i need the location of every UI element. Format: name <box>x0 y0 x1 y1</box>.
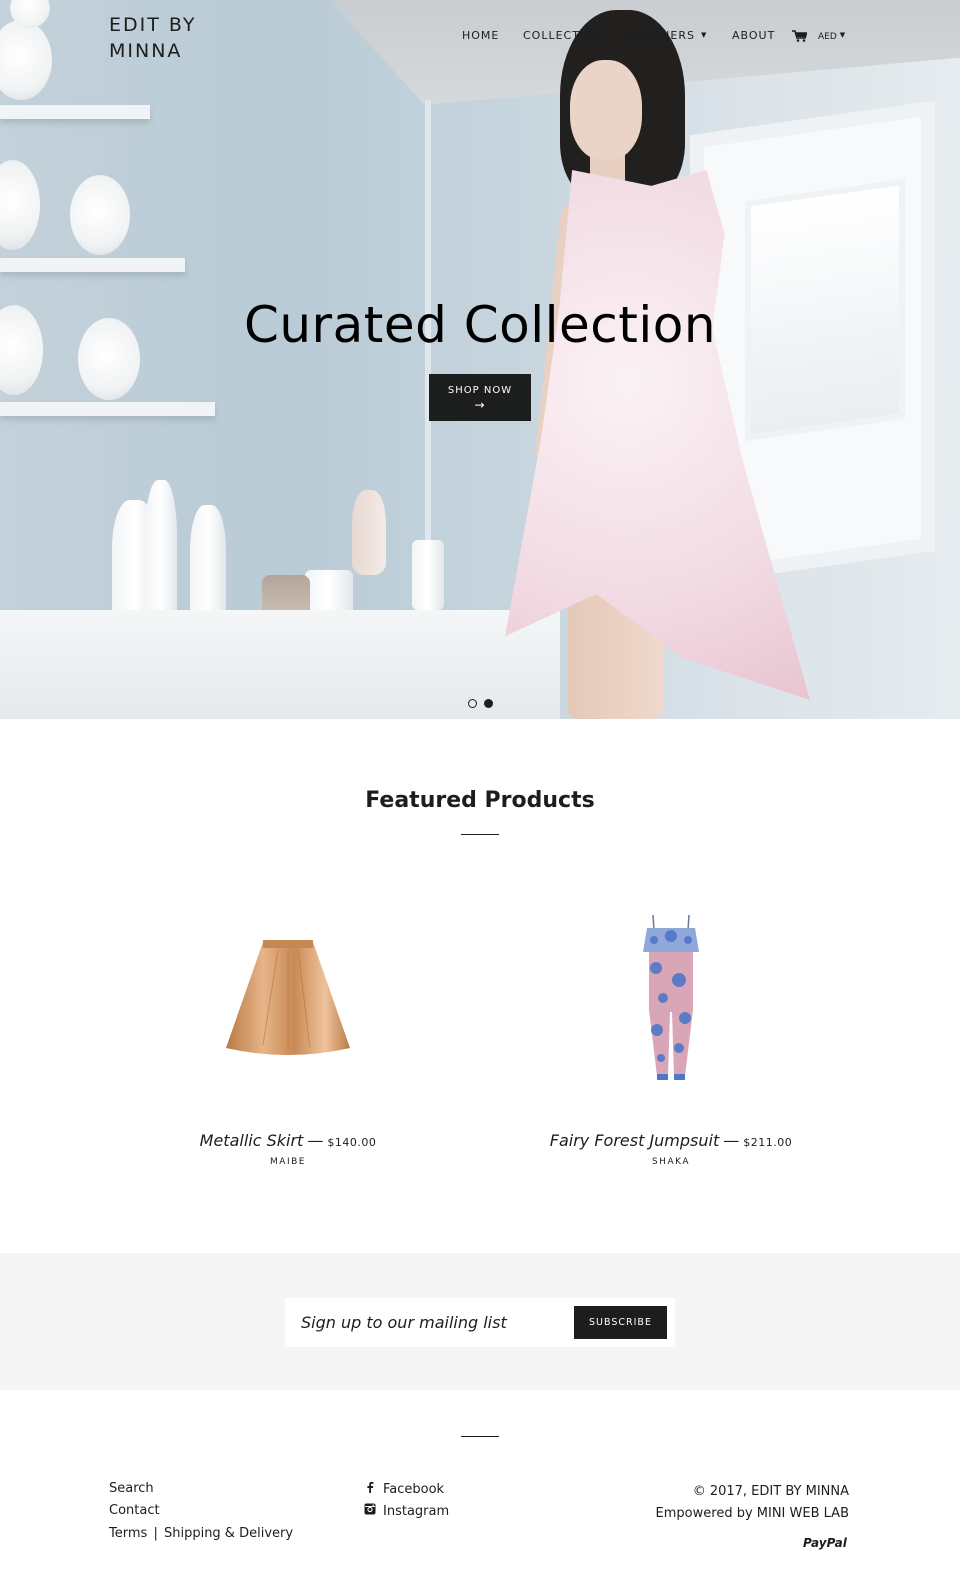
slideshow-dots <box>468 699 494 709</box>
facebook-icon <box>364 1481 376 1497</box>
hero-model-face <box>570 60 642 160</box>
nav-designers[interactable]: DESIGNERS ▼ <box>622 29 707 42</box>
footer-link-shipping[interactable]: Shipping & Delivery <box>164 1526 293 1541</box>
hero-candle <box>412 540 444 610</box>
product-dash: — <box>723 1131 740 1150</box>
product-price: $140.00 <box>327 1136 377 1149</box>
product-price: $211.00 <box>743 1136 793 1149</box>
footer-link-search[interactable]: Search <box>109 1481 154 1496</box>
caret-down-icon: ▼ <box>839 31 846 39</box>
nav-collection[interactable]: COLLECTION <box>523 29 603 42</box>
product-image[interactable] <box>471 890 871 1120</box>
nav-home[interactable]: HOME <box>462 29 499 42</box>
shop-now-button[interactable]: SHOP NOW → <box>429 374 531 421</box>
newsletter-email-input[interactable] <box>301 1310 561 1334</box>
footer-link-row: Terms | Shipping & Delivery <box>109 1526 293 1541</box>
hero-plate <box>70 175 130 255</box>
jumpsuit-image <box>643 914 699 1080</box>
footer-divider <box>461 1436 499 1437</box>
section-divider <box>461 834 499 835</box>
slide-dot-1[interactable] <box>468 699 477 708</box>
product-name[interactable]: Fairy Forest Jumpsuit <box>550 1131 720 1150</box>
hero-shelf <box>0 402 215 416</box>
product-dash: — <box>307 1131 324 1150</box>
currency-selector[interactable]: AED ▼ <box>818 31 845 42</box>
caret-down-icon: ▼ <box>700 31 708 39</box>
social-instagram-label: Instagram <box>383 1504 450 1519</box>
footer-link-terms[interactable]: Terms <box>109 1526 147 1541</box>
hero-shelf <box>0 105 150 119</box>
paypal-icon: PayPal <box>803 1536 847 1550</box>
subscribe-button[interactable]: SUBSCRIBE <box>574 1306 667 1339</box>
product-image[interactable] <box>88 890 488 1120</box>
social-facebook-label: Facebook <box>383 1482 445 1497</box>
nav-designers-label: DESIGNERS <box>622 29 695 42</box>
arrow-right-icon: → <box>474 398 486 412</box>
shop-now-label: SHOP NOW <box>447 385 513 396</box>
newsletter-section: SUBSCRIBE <box>0 1253 960 1390</box>
product-vendor: MAIBE <box>270 1157 306 1167</box>
nav-about[interactable]: ABOUT <box>732 29 775 42</box>
product-title-row[interactable]: Metallic Skirt — $140.00 <box>88 1131 488 1150</box>
hero-title: Curated Collection <box>243 296 717 354</box>
hero-slideshow: Curated Collection SHOP NOW → <box>0 0 960 719</box>
footer-link-separator: | <box>153 1526 158 1541</box>
footer-copyright: © 2017, EDIT BY MINNA Empowered by MINI … <box>656 1481 849 1525</box>
featured-products-title: Featured Products <box>365 788 595 813</box>
slide-dot-2[interactable] <box>484 699 493 708</box>
hero-vase <box>352 490 386 575</box>
social-instagram[interactable]: Instagram <box>364 1503 449 1519</box>
cart-icon[interactable] <box>792 30 807 42</box>
footer-link-contact[interactable]: Contact <box>109 1503 160 1518</box>
hero-vase <box>145 480 177 620</box>
skirt-image <box>226 940 350 1055</box>
product-card[interactable]: Fairy Forest Jumpsuit — $211.00 SHAKA <box>471 890 871 1167</box>
powered-by-text[interactable]: Empowered by MINI WEB LAB <box>656 1503 849 1525</box>
instagram-icon <box>364 1503 376 1519</box>
copyright-text: © 2017, EDIT BY MINNA <box>692 1484 849 1499</box>
product-name[interactable]: Metallic Skirt <box>200 1131 304 1150</box>
product-card[interactable]: Metallic Skirt — $140.00 MAIBE <box>88 890 488 1167</box>
hero-plate <box>0 160 40 250</box>
hero-vase <box>190 505 226 620</box>
hero-shelf <box>0 258 185 272</box>
product-title-row[interactable]: Fairy Forest Jumpsuit — $211.00 <box>471 1131 871 1150</box>
newsletter-form: SUBSCRIBE <box>285 1298 675 1347</box>
social-facebook[interactable]: Facebook <box>364 1481 444 1497</box>
currency-label: AED <box>818 32 837 42</box>
product-vendor: SHAKA <box>651 1157 691 1167</box>
main-nav: HOME COLLECTION DESIGNERS ▼ ABOUT AED ▼ <box>0 29 960 49</box>
